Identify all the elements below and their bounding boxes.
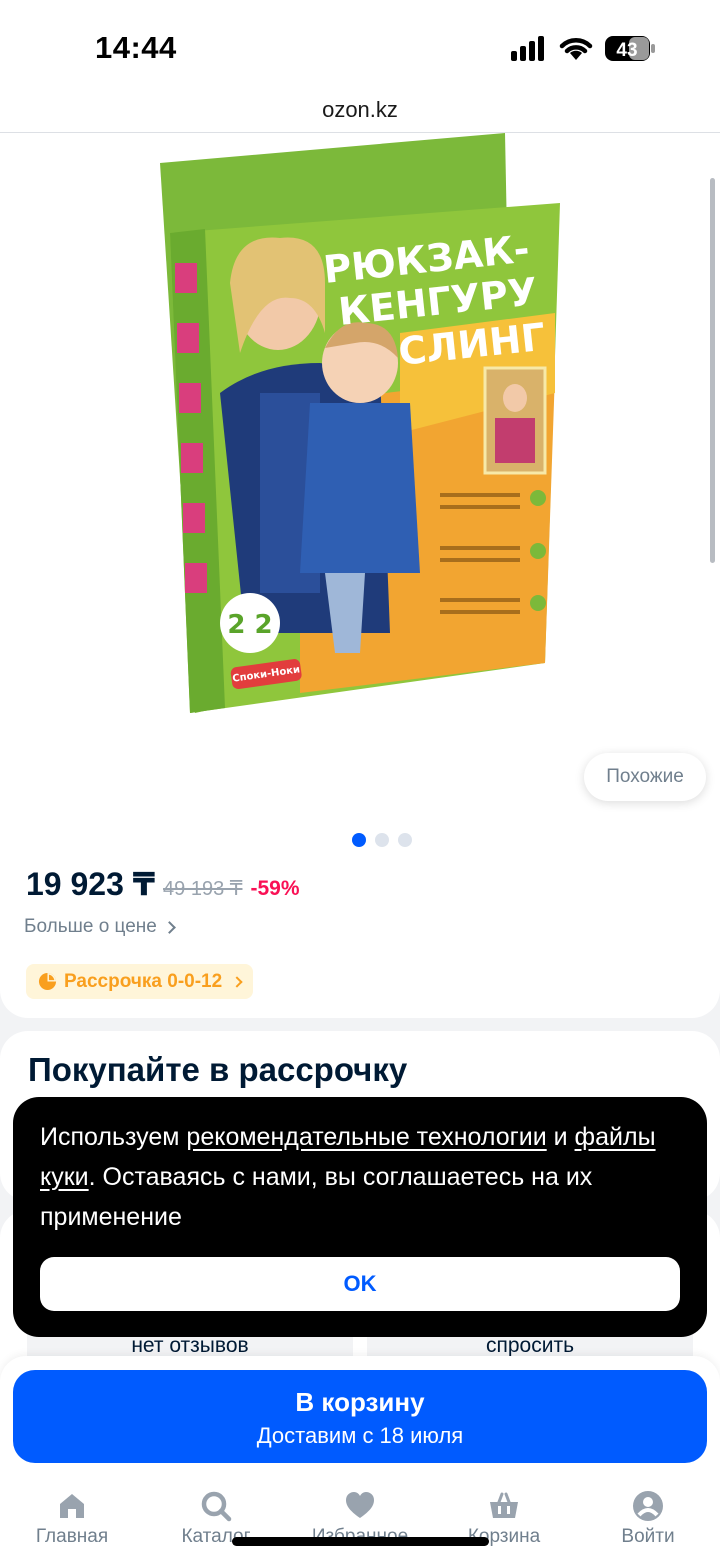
similar-button[interactable]: Похожие [584, 753, 706, 801]
nav-item-login[interactable]: Войти [576, 1478, 720, 1561]
delivery-date: Доставим с 18 июля [256, 1423, 464, 1448]
cookie-banner: Используем рекомендательные технологии и… [13, 1097, 707, 1337]
cookie-text-part: . Оставаясь с нами, вы соглашаетесь на и… [40, 1163, 593, 1231]
wifi-icon [559, 38, 593, 60]
questions-label: спросить [485, 1334, 575, 1357]
price-old: 49 193 ₸ [163, 878, 243, 900]
page: 14:44 43 ozon.kz РЮКЗАК- КЕНГУРУ СЛИНГ 2… [0, 0, 720, 1561]
price-current: 19 923 ₸ [26, 866, 156, 902]
price-more-label: Больше о цене [24, 916, 157, 937]
product-image[interactable]: РЮКЗАК- КЕНГУРУ СЛИНГ 2 2 Споки-Ноки [150, 133, 580, 723]
gallery-dot[interactable] [398, 833, 412, 847]
chevron-right-icon [231, 975, 243, 988]
nav-label-home: Главная [35, 1526, 109, 1547]
bottom-nav: Главная Каталог Избранное Корзина [0, 1478, 720, 1561]
pie-chart-icon [38, 972, 57, 991]
product-card: РЮКЗАК- КЕНГУРУ СЛИНГ 2 2 Споки-Ноки Пох… [0, 133, 720, 1018]
price-more-link[interactable]: Больше о цене [24, 916, 176, 938]
nav-item-home[interactable]: Главная [0, 1478, 144, 1561]
heart-icon [346, 1492, 374, 1518]
gallery-dot[interactable] [375, 833, 389, 847]
basket-icon [490, 1492, 518, 1518]
add-to-cart-button[interactable]: В корзину Доставим с 18 июля [13, 1370, 707, 1463]
svg-text:2 2: 2 2 [227, 610, 272, 640]
status-time: 14:44 [95, 30, 177, 65]
url-text: ozon.kz [322, 97, 398, 122]
installment-title: Покупайте в рассрочку [28, 1051, 408, 1088]
nav-label-login: Войти [621, 1526, 675, 1547]
cookie-text-part: Используем [40, 1123, 187, 1151]
recommendation-tech-link[interactable]: рекомендательные технологии [186, 1123, 546, 1151]
installment-badge[interactable]: Рассрочка 0-0-12 [26, 964, 254, 999]
scroll-indicator[interactable] [710, 178, 715, 563]
battery-level: 43 [616, 40, 637, 61]
cookie-text-part: и [546, 1123, 575, 1151]
cart-area: В корзину Доставим с 18 июля [0, 1356, 720, 1486]
home-icon [60, 1494, 84, 1518]
url-bar[interactable]: ozon.kz [0, 90, 720, 133]
cookie-ok-button[interactable]: OK [40, 1257, 680, 1311]
gallery-dot-active[interactable] [352, 833, 366, 847]
chevron-right-icon [162, 920, 176, 934]
installment-badge-label: Рассрочка 0-0-12 [64, 970, 223, 992]
nav-item-catalog[interactable]: Каталог [144, 1478, 288, 1561]
status-bar: 14:44 43 [0, 0, 720, 90]
nav-item-cart[interactable]: Корзина [432, 1478, 576, 1561]
price-row: 19 923 ₸ 49 193 ₸ -59% [26, 865, 300, 903]
battery-icon: 43 [605, 36, 655, 61]
nav-item-favorites[interactable]: Избранное [288, 1478, 432, 1561]
add-to-cart-label: В корзину [295, 1387, 425, 1417]
reviews-label: нет отзывов [131, 1334, 249, 1357]
search-icon [201, 1491, 232, 1522]
cookie-text: Используем рекомендательные технологии и… [40, 1117, 690, 1237]
user-icon [633, 1491, 663, 1521]
price-discount: -59% [250, 877, 300, 900]
gallery-dots [352, 833, 412, 847]
signal-icon [511, 36, 544, 61]
home-indicator [232, 1537, 489, 1546]
